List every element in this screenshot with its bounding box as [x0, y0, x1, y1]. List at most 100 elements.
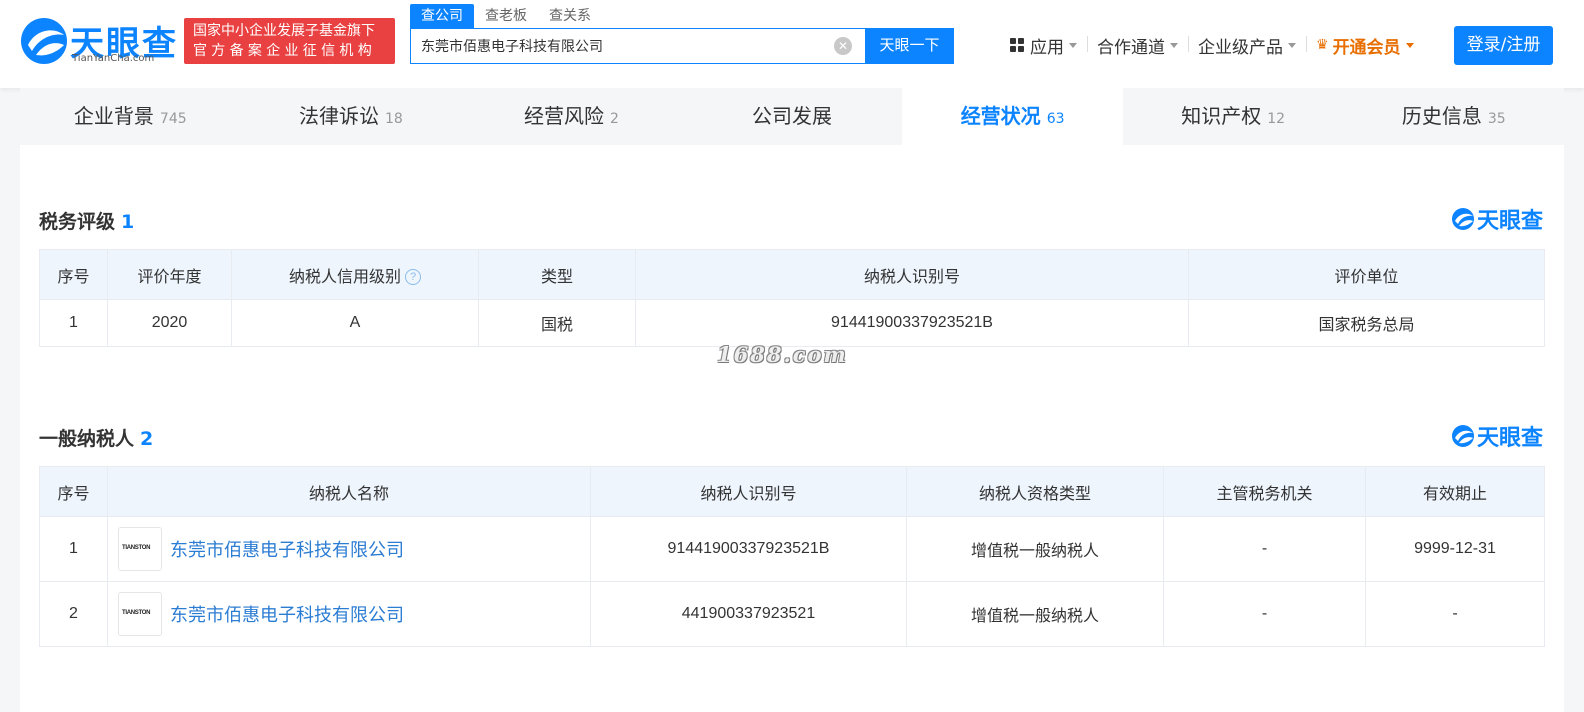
- tab-company-development[interactable]: 公司发展: [682, 88, 903, 145]
- table-row: 1 2020 A 国税 91441900337923521B 国家税务总局: [39, 299, 1545, 347]
- site-logo[interactable]: 天眼查 TianYanCha.com: [18, 15, 178, 67]
- top-header: 天眼查 TianYanCha.com 国家中小企业发展子基金旗下 官方备案企业征…: [0, 0, 1584, 88]
- tab-label: 历史信息: [1401, 104, 1482, 128]
- column-header: 纳税人识别号: [635, 249, 1189, 300]
- search-box: ✕: [410, 28, 866, 64]
- cell-company: TIANSTON 东莞市佰惠电子科技有限公司: [107, 516, 591, 582]
- company-logo[interactable]: TIANSTON: [118, 527, 162, 571]
- table-header-row: 序号 纳税人名称 纳税人识别号 纳税人资格类型 主管税务机关 有效期止: [39, 466, 1545, 517]
- cell-expiry: 9999-12-31: [1365, 516, 1545, 582]
- company-logo-text: TIANSTON: [122, 610, 151, 616]
- cell-qualification-type: 增值税一般纳税人: [906, 581, 1164, 647]
- tax-rating-table: 序号 评价年度 纳税人信用级别? 类型 纳税人识别号 评价单位 1 2020 A…: [39, 249, 1545, 347]
- column-header: 类型: [478, 249, 636, 300]
- column-header: 纳税人识别号: [590, 466, 907, 517]
- top-nav: 应用 合作通道 企业级产品 ♛ 开通会员: [1000, 33, 1424, 58]
- chevron-down-icon: [1069, 42, 1077, 48]
- cell-credit-level: A: [231, 299, 479, 347]
- search-tab-company[interactable]: 查公司: [410, 4, 474, 28]
- nav-apps-label: 应用: [1030, 37, 1064, 58]
- tab-history-info[interactable]: 历史信息 35: [1343, 88, 1564, 145]
- section-title-text: 税务评级: [39, 211, 116, 233]
- company-name-link[interactable]: 东莞市佰惠电子科技有限公司: [170, 605, 404, 625]
- nav-cooperation[interactable]: 合作通道: [1087, 33, 1188, 58]
- column-header: 序号: [39, 249, 108, 300]
- tianyancha-logo-icon: [1451, 425, 1474, 447]
- nav-apps[interactable]: 应用: [1000, 33, 1087, 58]
- tianyancha-logo-icon: [1451, 208, 1474, 230]
- search-tab-relation[interactable]: 查关系: [538, 4, 602, 28]
- search-tab-boss[interactable]: 查老板: [474, 4, 538, 28]
- nav-cooperation-label: 合作通道: [1097, 37, 1165, 58]
- cell-expiry: -: [1365, 581, 1545, 647]
- watermark: 1688.com: [717, 342, 848, 367]
- column-header: 主管税务机关: [1163, 466, 1366, 517]
- table-header-row: 序号 评价年度 纳税人信用级别? 类型 纳税人识别号 评价单位: [39, 249, 1545, 300]
- tab-count: 18: [384, 111, 403, 127]
- section-title-tax-rating: 税务评级 1: [39, 207, 134, 234]
- cell-year: 2020: [107, 299, 232, 347]
- cell-index: 1: [39, 299, 108, 347]
- tab-intellectual-property[interactable]: 知识产权 12: [1123, 88, 1344, 145]
- cell-rating-unit: 国家税务总局: [1188, 299, 1545, 347]
- badge-line-1: 国家中小企业发展子基金旗下: [193, 23, 375, 39]
- tab-label: 知识产权: [1181, 104, 1262, 128]
- table-row: 1 TIANSTON 东莞市佰惠电子科技有限公司 9144190033792352…: [39, 516, 1545, 582]
- tab-label: 企业背景: [73, 104, 154, 128]
- column-header: 序号: [39, 466, 108, 517]
- tab-label: 法律诉讼: [298, 104, 379, 128]
- apps-grid-icon: [1010, 38, 1024, 52]
- cell-type: 国税: [478, 299, 636, 347]
- table-row: 2 TIANSTON 东莞市佰惠电子科技有限公司 441900337923521 …: [39, 581, 1545, 647]
- company-logo-text: TIANSTON: [122, 545, 151, 551]
- column-header: 评价年度: [107, 249, 232, 300]
- nav-enterprise[interactable]: 企业级产品: [1188, 33, 1306, 58]
- tab-label: 经营状况: [960, 104, 1041, 128]
- brand-text: 天眼查: [1476, 209, 1543, 234]
- column-header: 纳税人名称: [107, 466, 591, 517]
- tab-count: 12: [1267, 111, 1286, 127]
- tab-count: 745: [159, 111, 187, 127]
- tab-label: 公司发展: [752, 104, 833, 128]
- section-brand-logo: 天眼查: [1451, 422, 1543, 451]
- search-button[interactable]: 天眼一下: [865, 28, 954, 64]
- chevron-down-icon: [1405, 42, 1414, 48]
- tianyancha-logo-icon: [21, 18, 67, 64]
- section-title-general-taxpayer: 一般纳税人 2: [39, 424, 153, 451]
- nav-vip-label: 开通会员: [1332, 37, 1401, 58]
- official-badge: 国家中小企业发展子基金旗下 官方备案企业征信机构: [184, 18, 395, 64]
- cell-tax-authority: -: [1163, 581, 1366, 647]
- badge-line-2: 官方备案企业征信机构: [193, 43, 376, 59]
- tab-business-status[interactable]: 经营状况 63: [902, 88, 1123, 145]
- login-register-button[interactable]: 登录/注册: [1454, 26, 1553, 65]
- cell-qualification-type: 增值税一般纳税人: [906, 516, 1164, 582]
- section-brand-logo: 天眼查: [1451, 205, 1543, 234]
- tab-enterprise-background[interactable]: 企业背景 745: [20, 88, 241, 145]
- nav-vip[interactable]: ♛ 开通会员: [1306, 33, 1424, 58]
- search-tabs: 查公司 查老板 查关系: [410, 4, 602, 28]
- section-count: 1: [121, 211, 135, 233]
- help-icon[interactable]: ?: [405, 269, 421, 286]
- tab-label: 经营风险: [523, 104, 604, 128]
- company-name-link[interactable]: 东莞市佰惠电子科技有限公司: [170, 540, 404, 560]
- tab-count: 63: [1046, 111, 1065, 127]
- general-taxpayer-table: 序号 纳税人名称 纳税人识别号 纳税人资格类型 主管税务机关 有效期止 1 TI…: [39, 466, 1545, 647]
- cell-index: 1: [39, 516, 108, 582]
- category-tabs: 企业背景 745 法律诉讼 18 经营风险 2 公司发展 经营状况 63 知识产权 12 …: [20, 88, 1564, 145]
- tab-count: 35: [1487, 111, 1506, 127]
- company-logo[interactable]: TIANSTON: [118, 592, 162, 636]
- tab-count: 2: [609, 111, 619, 127]
- main-panel: 税务评级 1 天眼查 序号 评价年度 纳税人信用级别? 类型 纳税人识别号 评价单…: [20, 145, 1564, 712]
- cell-tax-authority: -: [1163, 516, 1366, 582]
- clear-icon[interactable]: ✕: [834, 37, 852, 55]
- cell-company: TIANSTON 东莞市佰惠电子科技有限公司: [107, 581, 591, 647]
- column-header: 有效期止: [1365, 466, 1545, 517]
- cell-taxpayer-id: 91441900337923521B: [590, 516, 907, 582]
- search-input[interactable]: [411, 29, 821, 63]
- section-count: 2: [140, 428, 154, 450]
- cell-index: 2: [39, 581, 108, 647]
- tab-business-risk[interactable]: 经营风险 2: [461, 88, 682, 145]
- chevron-down-icon: [1170, 42, 1178, 48]
- tab-legal-litigation[interactable]: 法律诉讼 18: [241, 88, 462, 145]
- chevron-down-icon: [1288, 42, 1296, 48]
